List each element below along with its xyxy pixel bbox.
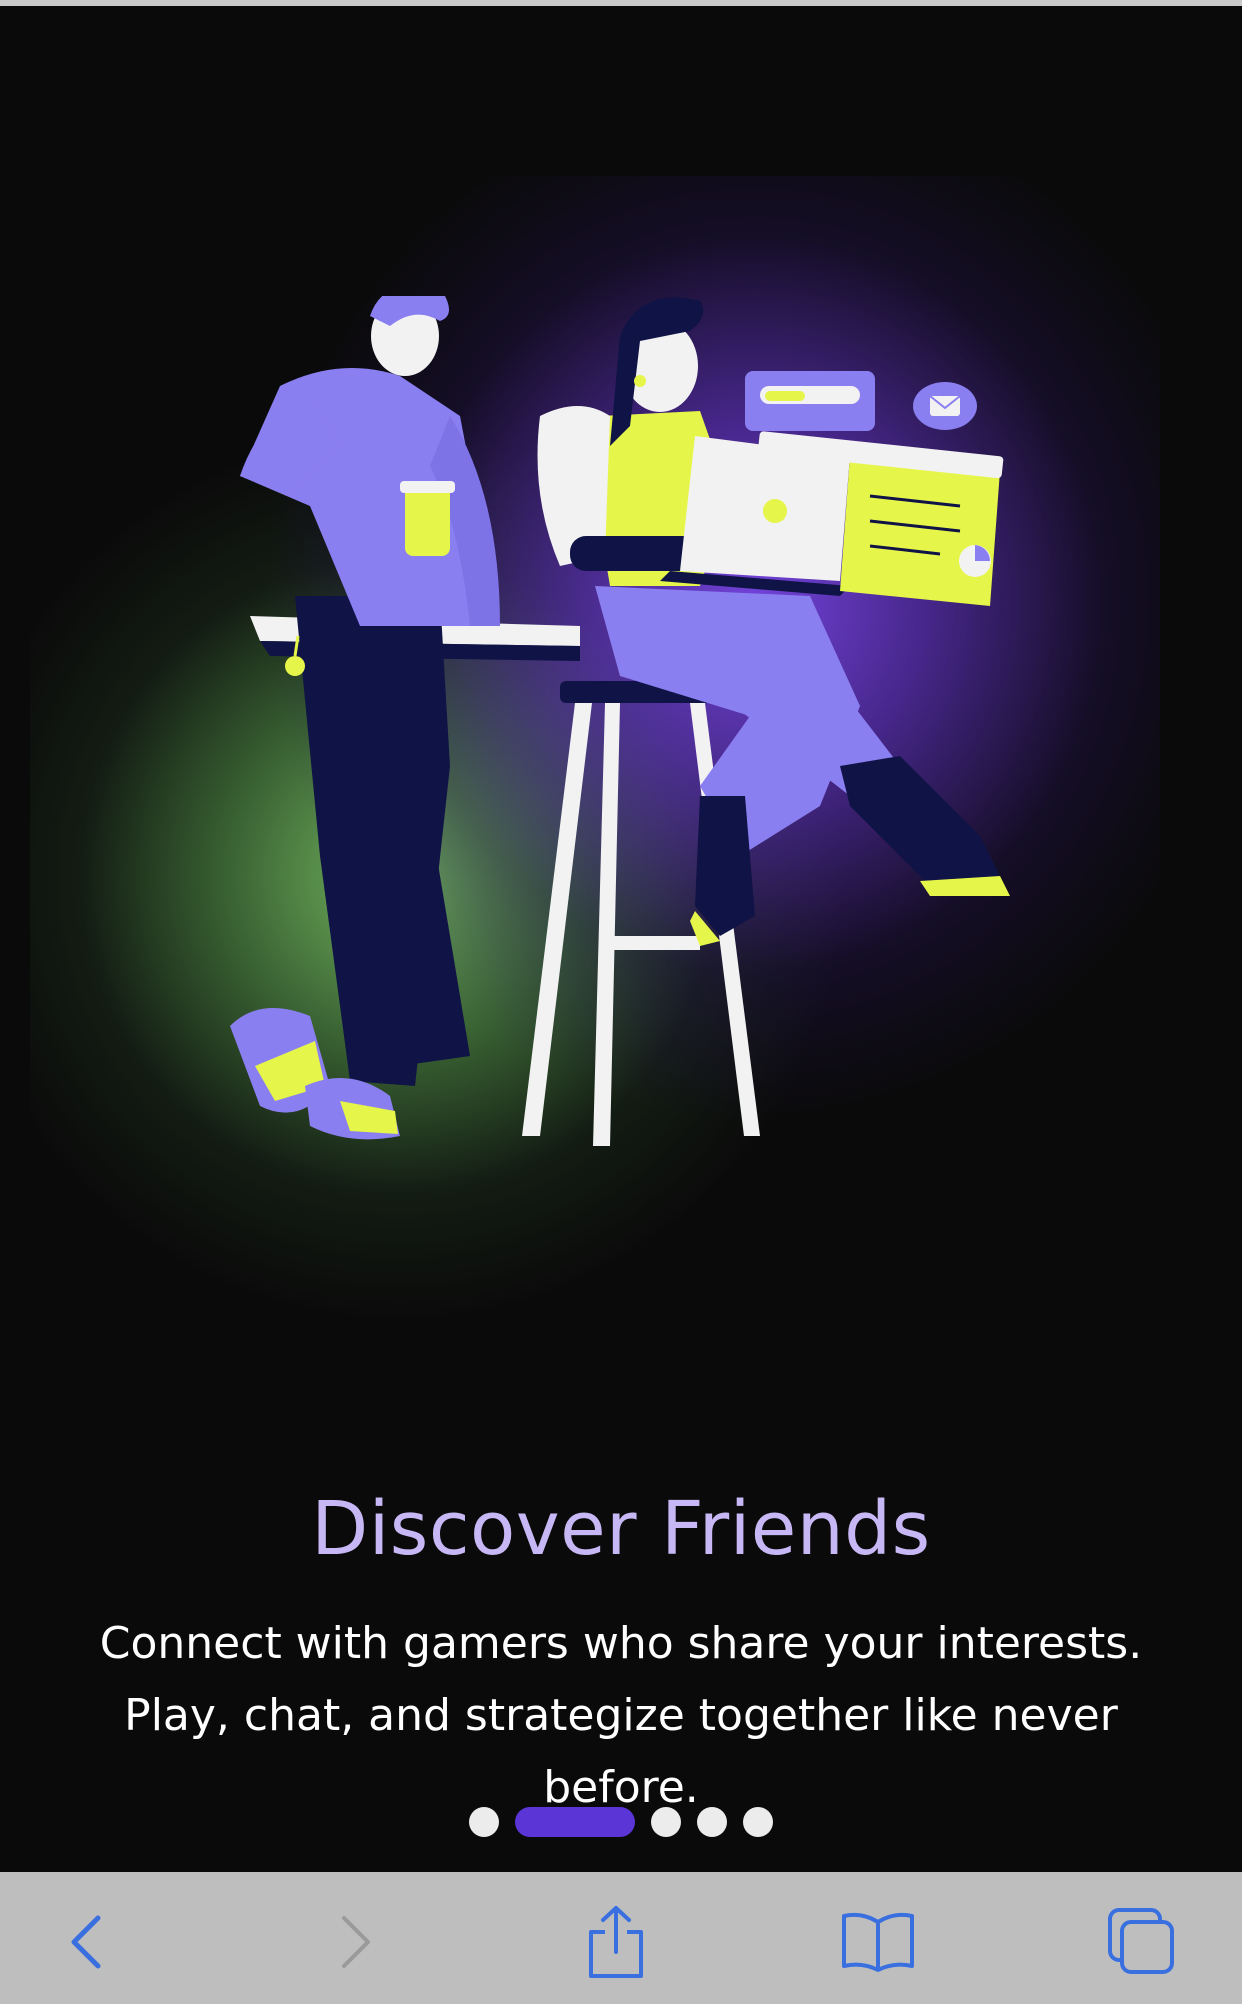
page-dot-3[interactable] — [651, 1807, 681, 1837]
onboarding-screen: Discover Friends Connect with gamers who… — [0, 6, 1242, 1872]
onboarding-title: Discover Friends — [311, 1486, 931, 1572]
back-button[interactable] — [46, 1902, 126, 1982]
page-dot-5[interactable] — [743, 1807, 773, 1837]
forward-button[interactable] — [316, 1902, 396, 1982]
back-icon — [71, 1915, 101, 1969]
page-dot-2-active[interactable] — [515, 1807, 635, 1837]
tabs-icon — [1108, 1908, 1174, 1974]
page-dot-4[interactable] — [697, 1807, 727, 1837]
forward-icon — [342, 1916, 370, 1968]
onboarding-description: Connect with gamers who share your inter… — [99, 1618, 1143, 1813]
pagination-dots — [0, 1806, 1242, 1838]
browser-toolbar — [0, 1872, 1242, 2004]
bookmarks-icon — [842, 1912, 914, 1972]
friends-illustration — [230, 296, 1010, 1146]
bookmarks-button[interactable] — [838, 1902, 918, 1982]
share-button[interactable] — [576, 1902, 656, 1982]
share-icon — [589, 1906, 643, 1978]
tabs-button[interactable] — [1102, 1902, 1182, 1982]
page-dot-1[interactable] — [469, 1807, 499, 1837]
